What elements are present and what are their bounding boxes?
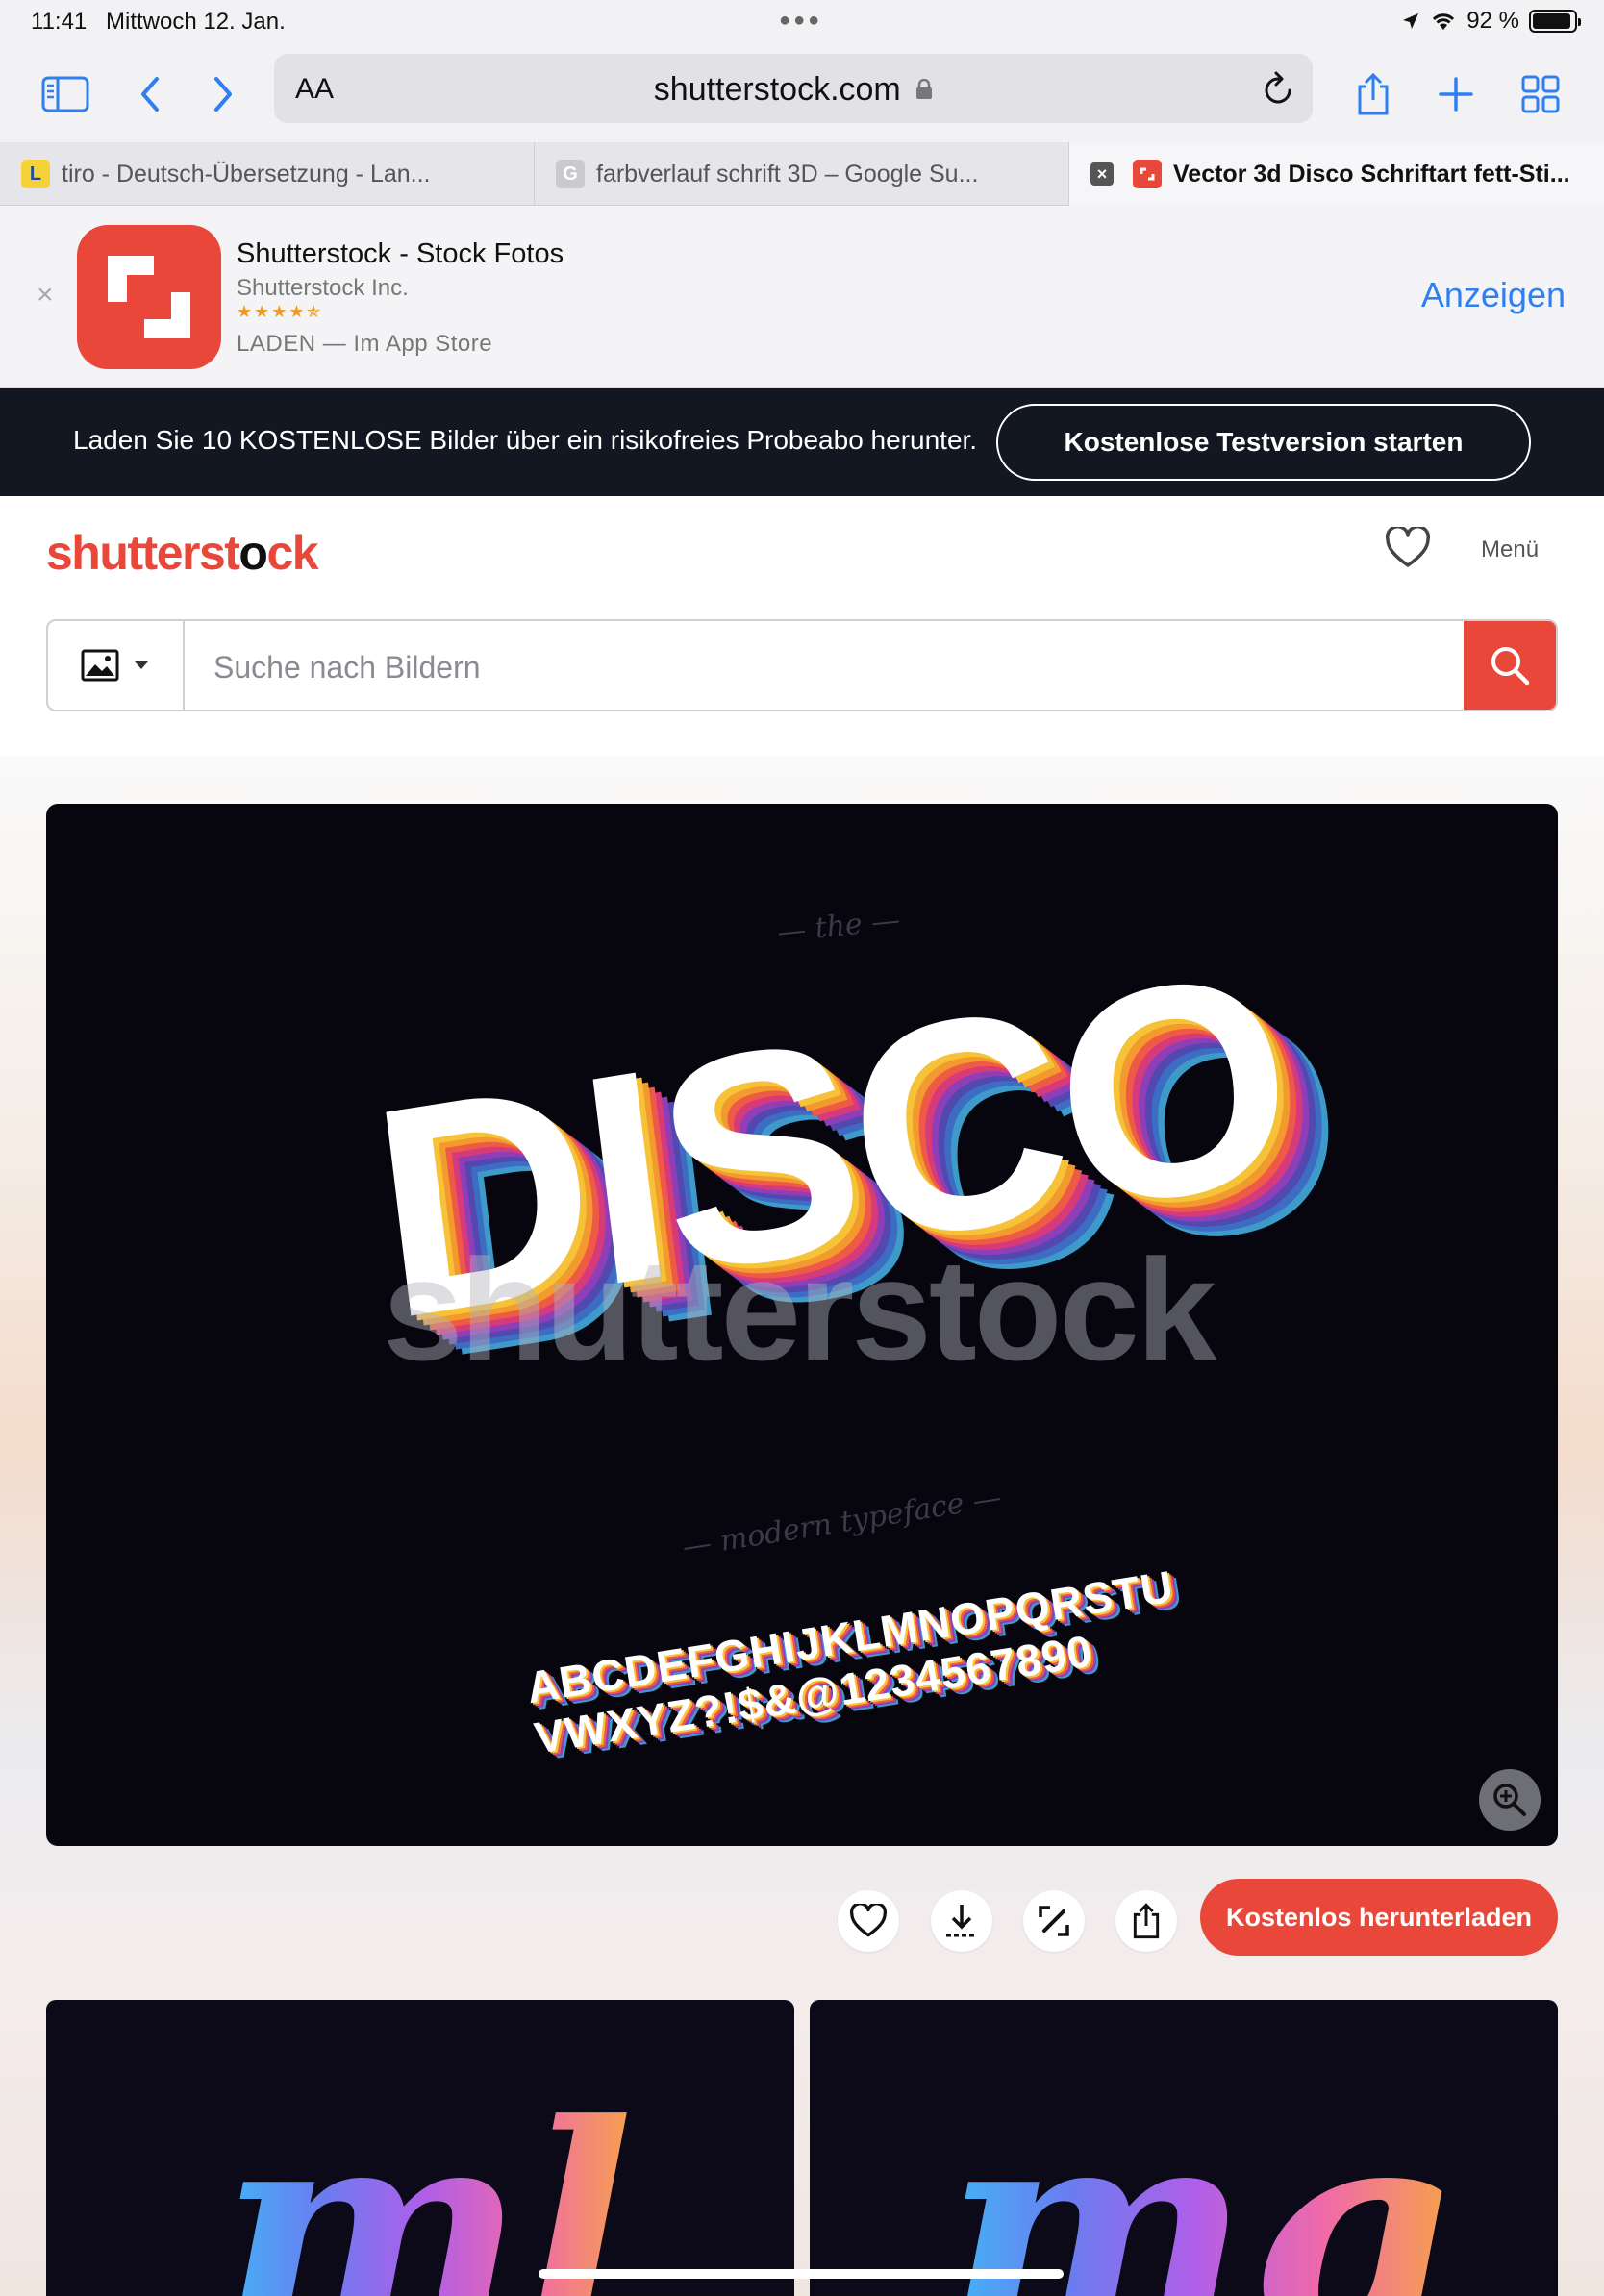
location-arrow-icon [1403, 13, 1419, 29]
search-submit-button[interactable] [1464, 621, 1556, 710]
free-download-button[interactable]: Kostenlos herunterladen [1200, 1879, 1558, 1956]
tab-title: tiro - Deutsch-Übersetzung - Lan... [62, 160, 431, 187]
preview-the-text: — the — [775, 903, 902, 950]
preview-subtitle: — modern typeface — [680, 1480, 1004, 1565]
back-chevron-icon[interactable] [123, 67, 177, 121]
langenscheidt-favicon-icon: L [21, 160, 50, 188]
promo-strip: Laden Sie 10 KOSTENLOSE Bilder über ein … [0, 388, 1604, 496]
edit-image-button[interactable] [1023, 1890, 1085, 1952]
share-image-button[interactable] [1115, 1890, 1177, 1952]
app-title: Shutterstock - Stock Fotos [237, 238, 564, 269]
battery-icon [1529, 10, 1581, 33]
app-rating-stars: ★★★★✯ [237, 302, 323, 321]
sidebar-toggle-icon[interactable] [38, 67, 92, 121]
host-text: shutterstock.com [653, 71, 901, 108]
lock-icon [916, 78, 933, 99]
related-thumbnail-2[interactable]: mg [810, 2000, 1558, 2296]
home-indicator[interactable] [539, 2269, 1064, 2279]
address-bar[interactable]: AA shutterstock.com [274, 54, 1313, 123]
google-favicon-icon: G [556, 160, 585, 188]
favorites-heart-icon[interactable] [1385, 525, 1431, 574]
status-time: 11:41 [31, 9, 88, 35]
save-heart-button[interactable] [838, 1890, 899, 1952]
close-tab-icon[interactable]: × [1090, 162, 1114, 186]
app-store-line: LADEN — Im App Store [237, 331, 493, 357]
reload-icon[interactable] [1259, 67, 1297, 114]
thumbnail-2-word: mg [944, 2086, 1451, 2296]
preview-watermark: shutterstock [383, 1229, 1216, 1390]
preview-alphabet: ABCDEFGHIJKLMNOPQRSTU VWXYZ?!$&@12345678… [523, 1560, 1186, 1763]
shutterstock-favicon-icon [1133, 160, 1162, 188]
menu-button[interactable]: Menü [1481, 537, 1539, 563]
logo-text-b: o [238, 526, 268, 580]
start-trial-button[interactable]: Kostenlose Testversion starten [996, 404, 1531, 481]
status-bar: 11:41 Mittwoch 12. Jan. ●●● 92 % [0, 0, 1604, 46]
status-right: 92 % [1401, 8, 1581, 35]
battery-percent: 92 % [1466, 8, 1519, 34]
tab-title: farbverlauf schrift 3D – Google Su... [596, 160, 979, 187]
download-comp-button[interactable] [931, 1890, 992, 1952]
search-type-dropdown[interactable] [48, 621, 185, 710]
shutterstock-app-icon[interactable] [77, 225, 221, 369]
edit-resize-icon [1039, 1906, 1069, 1936]
multitasking-dots-icon[interactable]: ●●● [779, 10, 822, 32]
caret-down-icon [135, 661, 148, 669]
wifi-icon [1433, 13, 1455, 30]
logo-text-a: shutterst [46, 526, 240, 580]
logo-text-c: ck [266, 526, 318, 580]
share-icon[interactable] [1346, 67, 1400, 121]
tab-google-search[interactable]: G farbverlauf schrift 3D – Google Su... [535, 142, 1069, 206]
related-thumbnail-1[interactable]: ml [46, 2000, 794, 2296]
search-icon [1491, 647, 1530, 686]
status-date: Mittwoch 12. Jan. [106, 9, 286, 35]
view-app-button[interactable]: Anzeigen [1421, 275, 1566, 315]
forward-chevron-icon[interactable] [196, 67, 250, 121]
heart-icon [849, 1904, 888, 1937]
new-tab-plus-icon[interactable] [1429, 67, 1483, 121]
zoom-in-icon[interactable] [1479, 1769, 1541, 1831]
share-icon [1133, 1903, 1160, 1939]
tab-shutterstock-active[interactable]: × Vector 3d Disco Schriftart fett-Sti... [1069, 142, 1604, 206]
address-host: shutterstock.com [274, 71, 1313, 109]
smart-app-banner: × Shutterstock - Stock Fotos Shutterstoc… [0, 206, 1604, 388]
app-developer: Shutterstock Inc. [237, 275, 409, 301]
image-preview[interactable]: — the — DISCO shutterstock — modern type… [46, 804, 1558, 1846]
close-banner-icon[interactable]: × [37, 279, 54, 312]
promo-message: Laden Sie 10 KOSTENLOSE Bilder über ein … [73, 425, 978, 455]
tab-bar: L tiro - Deutsch-Übersetzung - Lan... G … [0, 142, 1604, 206]
tab-title: Vector 3d Disco Schriftart fett-Sti... [1173, 160, 1570, 187]
download-icon [946, 1905, 977, 1937]
thumbnail-1-word: ml [219, 2086, 634, 2296]
browser-toolbar: AA shutterstock.com [0, 46, 1604, 142]
shutterstock-logo[interactable]: shutterstock [46, 525, 319, 581]
site-header: shutterstock Menü Suche nach Bildern [0, 496, 1604, 756]
search-bar: Suche nach Bildern [46, 619, 1558, 711]
search-input[interactable]: Suche nach Bildern [213, 650, 481, 686]
image-icon [81, 649, 119, 682]
tab-tiro[interactable]: L tiro - Deutsch-Übersetzung - Lan... [0, 142, 535, 206]
tab-overview-grid-icon[interactable] [1514, 67, 1567, 121]
